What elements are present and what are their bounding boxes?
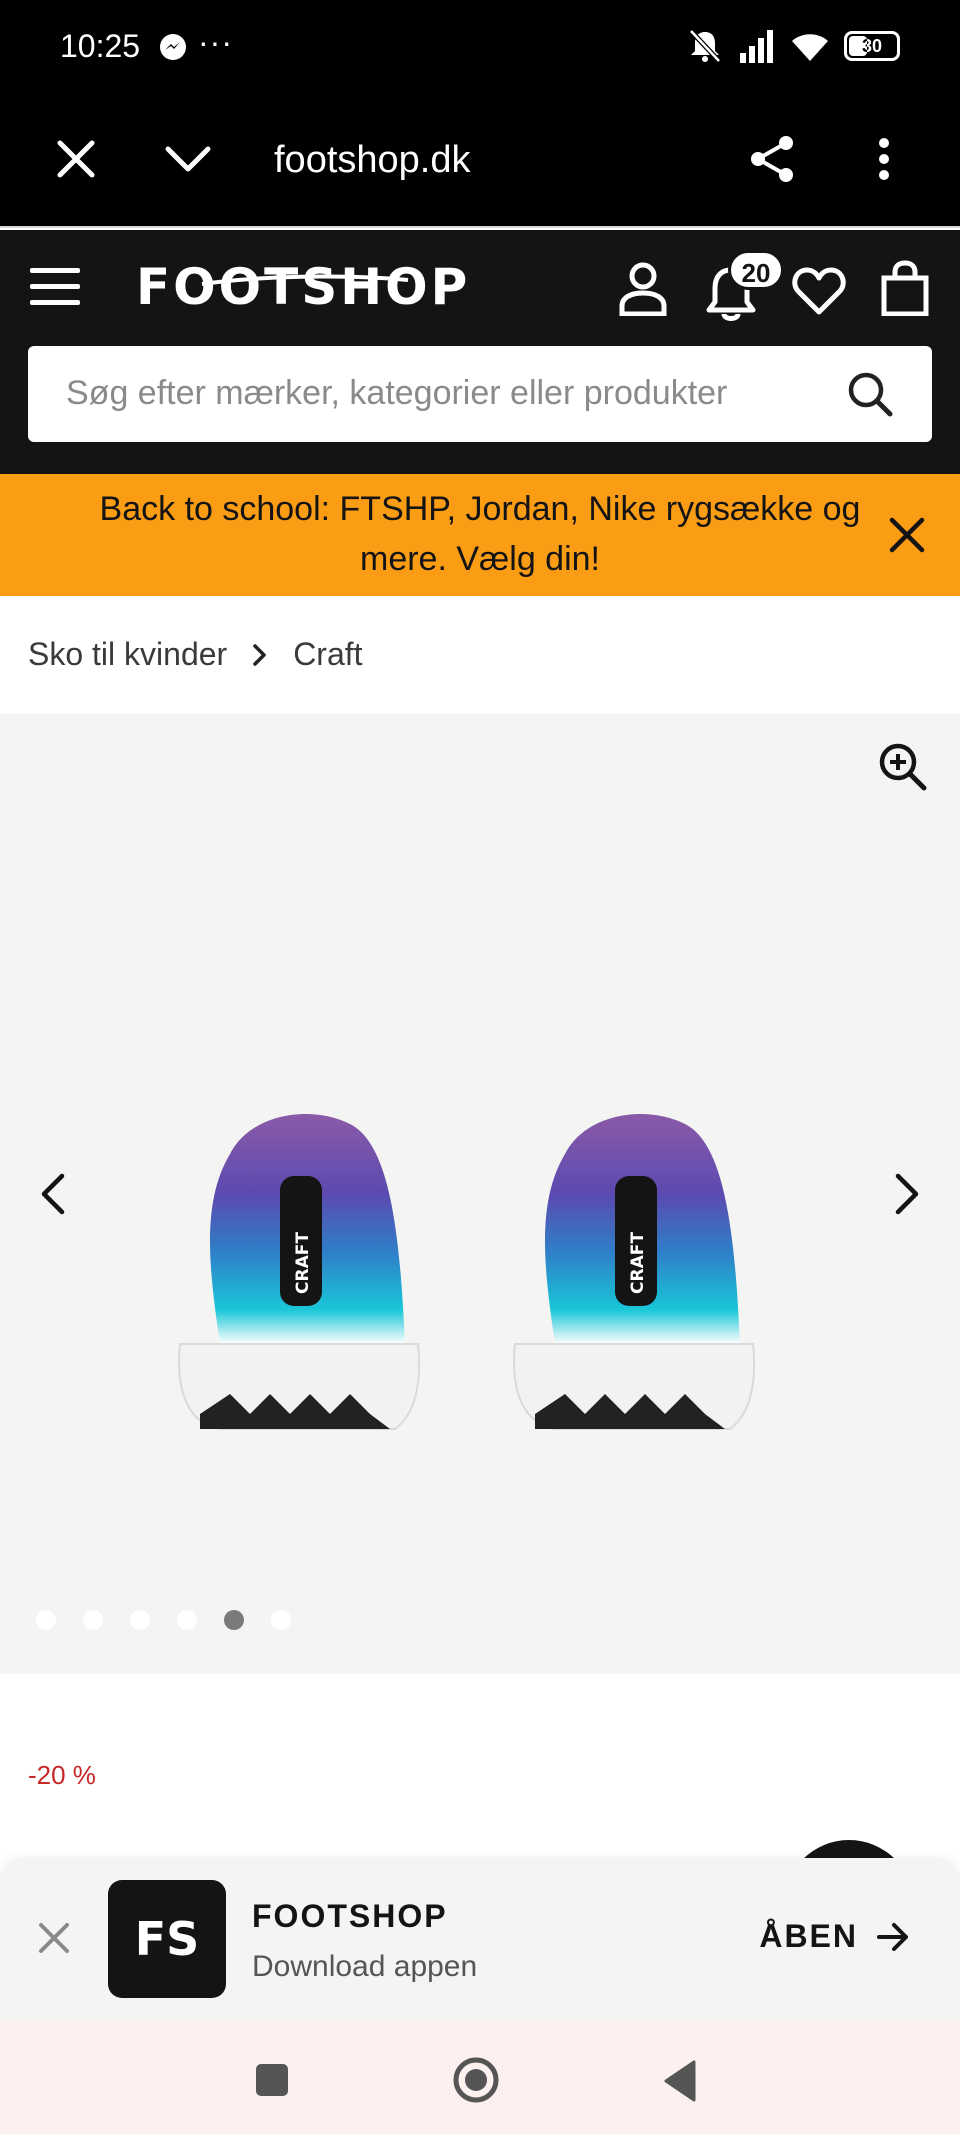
- app-icon: FS: [108, 1880, 226, 1998]
- promo-banner[interactable]: Back to school: FTSHP, Jordan, Nike rygs…: [0, 474, 960, 596]
- user-icon[interactable]: [618, 260, 668, 316]
- left-shoe: CRAFT: [178, 1114, 421, 1430]
- battery-icon: 30: [844, 31, 900, 61]
- share-icon[interactable]: [746, 133, 798, 185]
- gallery-next-arrow[interactable]: [892, 1172, 922, 1216]
- discount-badge: -20 %: [28, 1760, 96, 1790]
- url-bar[interactable]: footshop.dk: [274, 139, 470, 182]
- site-header: FOOTSHOP 20 Søg efter mærker, kategorier…: [0, 230, 960, 474]
- shoe-brand-mark-right: CRAFT: [628, 1232, 648, 1294]
- gallery-dot-active[interactable]: [224, 1610, 244, 1630]
- status-icons: 30: [686, 28, 900, 64]
- recents-button[interactable]: [256, 2064, 288, 2096]
- status-bar: 10:25 ··· 30: [0, 0, 960, 95]
- app-icon-text: FS: [134, 1912, 200, 1966]
- shopping-bag-icon[interactable]: [880, 260, 930, 316]
- system-nav-bar: [0, 2022, 960, 2134]
- close-icon[interactable]: [38, 1922, 70, 1954]
- signal-icon: [740, 30, 773, 63]
- close-icon[interactable]: [52, 135, 100, 183]
- shoe-brand-mark-left: CRAFT: [293, 1232, 313, 1294]
- battery-level: 30: [861, 35, 883, 56]
- mute-icon: [689, 29, 721, 63]
- gallery-dot[interactable]: [83, 1610, 103, 1630]
- wifi-icon: [792, 34, 828, 61]
- breadcrumb: Sko til kvinder Craft: [28, 636, 363, 673]
- open-app-button[interactable]: ÅBEN: [759, 1918, 910, 1955]
- gallery-prev-arrow[interactable]: [38, 1172, 68, 1216]
- close-icon[interactable]: [888, 516, 926, 554]
- back-button[interactable]: [662, 2060, 698, 2102]
- gallery-dot[interactable]: [36, 1610, 56, 1630]
- more-vert-icon[interactable]: [870, 135, 898, 183]
- heart-icon[interactable]: [792, 266, 846, 316]
- menu-icon[interactable]: [30, 268, 80, 308]
- product-gallery[interactable]: CRAFT CRAFT: [0, 714, 960, 1674]
- breadcrumb-item-craft[interactable]: Craft: [293, 636, 362, 673]
- breadcrumb-item-women-shoes[interactable]: Sko til kvinder: [28, 636, 227, 673]
- logo-strike-mark: [201, 274, 409, 286]
- app-title: FOOTSHOP: [252, 1898, 448, 1934]
- chevron-right-icon: [253, 643, 266, 666]
- gallery-dot[interactable]: [130, 1610, 150, 1630]
- search-placeholder: Søg efter mærker, kategorier eller produ…: [66, 374, 728, 412]
- search-icon[interactable]: [846, 370, 894, 418]
- zoom-in-icon[interactable]: [878, 742, 928, 792]
- arrow-right-icon: [877, 1922, 908, 1951]
- app-subtitle: Download appen: [252, 1950, 478, 1983]
- browser-toolbar: footshop.dk: [0, 95, 960, 228]
- gallery-dot[interactable]: [177, 1610, 197, 1630]
- promo-text: Back to school: FTSHP, Jordan, Nike rygs…: [99, 490, 861, 578]
- open-app-label: ÅBEN: [759, 1918, 858, 1954]
- status-time: 10:25: [60, 28, 141, 64]
- chevron-down-icon[interactable]: [164, 137, 212, 181]
- gallery-pagination: [36, 1610, 291, 1630]
- home-button[interactable]: [452, 2056, 500, 2104]
- status-more-icon: ···: [198, 24, 233, 60]
- gallery-dot[interactable]: [271, 1610, 291, 1630]
- notification-badge: 20: [728, 250, 784, 290]
- messenger-icon: [160, 34, 186, 60]
- right-shoe: CRAFT: [513, 1114, 756, 1430]
- app-download-banner: FS FOOTSHOP Download appen ÅBEN: [0, 1858, 960, 2022]
- product-image: CRAFT CRAFT: [178, 1114, 756, 1430]
- search-input[interactable]: Søg efter mærker, kategorier eller produ…: [28, 346, 932, 442]
